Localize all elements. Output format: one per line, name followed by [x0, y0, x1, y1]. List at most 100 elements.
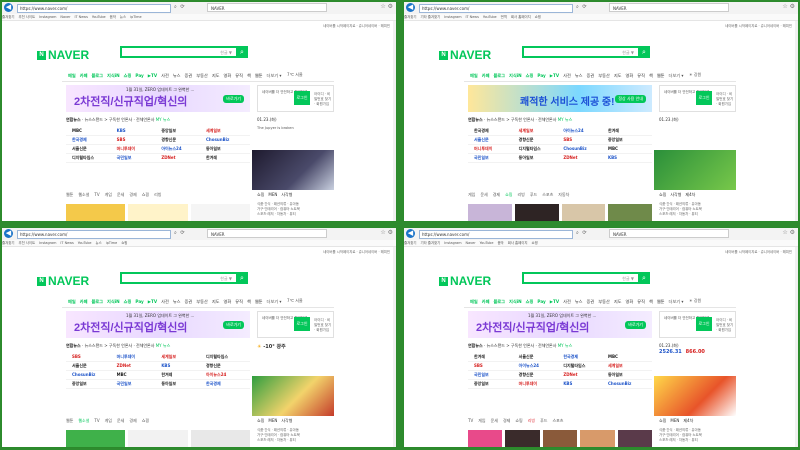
nav-kin[interactable]: 지식iN	[107, 73, 120, 78]
game-ad[interactable]	[252, 150, 334, 190]
press-logo[interactable]: 경향신문	[161, 136, 199, 144]
weather-summary[interactable]: ☀ 강원	[689, 72, 701, 78]
scrollbar[interactable]	[795, 21, 798, 221]
keyboard-icon[interactable]: 한글 ▼	[220, 50, 232, 56]
press-logo[interactable]: ChosunBiz	[206, 136, 244, 144]
press-logo[interactable]: ZDNet	[161, 154, 199, 162]
nav-blog[interactable]: 블로그	[91, 73, 103, 78]
press-logo[interactable]: 한국경제	[72, 136, 110, 144]
promo-banner[interactable]: 쾌적한 서비스 제공 중! 정상 사용 안내	[468, 85, 652, 112]
nav-stock[interactable]: 증권	[185, 73, 193, 78]
top-links[interactable]: 네이버를 시작페이지로 · 쥬니어네이버 · 해피빈	[323, 23, 390, 28]
stock-widget[interactable]: 01.23.(화) The Jupyer is broken	[257, 117, 334, 130]
search-input[interactable]: 한글 ▼ ⌕	[522, 46, 650, 58]
address-icons[interactable]: ⌕ ⟳	[576, 4, 588, 10]
back-button[interactable]: ◀	[406, 3, 415, 12]
nav-book[interactable]: 책	[247, 73, 251, 78]
bookmark-item[interactable]: ipTime	[130, 15, 141, 19]
press-logo[interactable]: 중앙일보	[161, 127, 199, 135]
bookmark-item[interactable]: Naver	[60, 15, 70, 19]
search-input[interactable]: 한글 ▼ ⌕	[120, 272, 248, 284]
press-logo[interactable]: 동아일보	[206, 145, 244, 153]
banner-cta[interactable]: 정상 사용 안내	[615, 95, 646, 103]
promo-banner[interactable]: 1월 31일, ZERO 업데이트 그 완벽한 ... 2차전직/신규직업/혁신…	[66, 85, 250, 112]
press-logo[interactable]: KBS	[117, 127, 155, 135]
thumbnail[interactable]	[128, 204, 188, 221]
press-logo[interactable]: 머니투데이	[117, 145, 155, 153]
search-button[interactable]: ⌕	[236, 46, 248, 58]
search-input[interactable]: 한글 ▼ ⌕	[522, 272, 650, 284]
theme-tab[interactable]: 경제	[129, 192, 136, 197]
browser-tab[interactable]: NAVER	[207, 229, 327, 238]
nav-webtoon[interactable]: 웹툰	[255, 73, 263, 78]
search-button[interactable]: ⌕	[236, 272, 248, 284]
theme-tab[interactable]: 쇼핑	[142, 192, 149, 197]
bookmark-item[interactable]: IT News	[75, 15, 88, 19]
nav-more[interactable]: 더보기 ▾	[267, 73, 282, 78]
top-links[interactable]: 네이버를 시작페이지로 · 쥬니어네이버 · 해피빈	[725, 249, 792, 254]
nav-shopping[interactable]: 쇼핑	[124, 73, 132, 78]
press-logo[interactable]: 국민일보	[117, 154, 155, 162]
shopping-list[interactable]: 식품·간식 · 패션의류 · 유아동 가구·인테리어 · 컴퓨터·노트북 스포츠·레…	[659, 428, 736, 443]
shopping-list[interactable]: 식품·간식 · 패션의류 · 유아동 가구·인테리어 · 컴퓨터·노트북 스포츠·레…	[257, 428, 334, 443]
banner-cta[interactable]: 바로가기	[625, 321, 646, 329]
weather-summary[interactable]: 7℃ 서울	[287, 72, 303, 78]
browser-tab[interactable]: NAVER	[609, 3, 729, 12]
login-button[interactable]: 로그인	[294, 91, 310, 105]
bookmark-item[interactable]: 음악	[110, 15, 116, 19]
back-button[interactable]: ◀	[4, 3, 13, 12]
address-bar[interactable]: https://www.naver.com/	[17, 4, 171, 13]
settings-icon[interactable]: ☆ ⚙	[380, 3, 393, 10]
address-bar[interactable]: https://www.naver.com/	[419, 4, 573, 13]
settings-icon[interactable]: ☆ ⚙	[782, 229, 795, 236]
login-button[interactable]: 로그인	[696, 317, 712, 331]
settings-icon[interactable]: ☆ ⚙	[782, 3, 795, 10]
theme-tab[interactable]: 운세	[117, 192, 124, 197]
food-ad[interactable]	[252, 376, 334, 416]
bookmark-item[interactable]: 추천 사이트	[18, 15, 35, 19]
nav-movie[interactable]: 영화	[224, 73, 232, 78]
press-logo[interactable]: 아이뉴스24	[161, 145, 199, 153]
banner-cta[interactable]: 바로가기	[223, 321, 244, 329]
press-logo[interactable]: 서울신문	[72, 145, 110, 153]
login-button[interactable]: 로그인	[294, 317, 310, 331]
theme-tab[interactable]: 리빙	[154, 192, 161, 197]
naver-logo[interactable]: N NAVER	[439, 48, 491, 62]
nav-pay[interactable]: Pay	[135, 73, 143, 78]
theme-tab[interactable]: 게임	[105, 192, 112, 197]
top-links[interactable]: 네이버를 시작페이지로 · 쥬니어네이버 · 해피빈	[323, 249, 390, 254]
nav-realestate[interactable]: 부동산	[196, 73, 208, 78]
keyboard-icon[interactable]: 한글 ▼	[220, 276, 232, 282]
theme-tab[interactable]: 웹소설	[78, 192, 89, 197]
login-button[interactable]: 로그인	[696, 91, 712, 105]
press-logo[interactable]: 디지털타임스	[72, 154, 110, 162]
keyboard-icon[interactable]: 한글 ▼	[622, 50, 634, 56]
nav-news[interactable]: 뉴스	[173, 73, 181, 78]
address-icons[interactable]: ⌕ ⟳	[174, 4, 186, 10]
nav-dict[interactable]: 사전	[161, 73, 169, 78]
naver-logo[interactable]: N NAVER	[37, 274, 89, 288]
bookmark-item[interactable]: 뉴스	[120, 15, 126, 19]
top-links[interactable]: 네이버를 시작페이지로 · 쥬니어네이버 · 해피빈	[725, 23, 792, 28]
search-button[interactable]: ⌕	[638, 46, 650, 58]
address-icons[interactable]: ⌕ ⟳	[576, 230, 588, 236]
naver-logo[interactable]: N NAVER	[37, 48, 89, 62]
bookmark-item[interactable]: 즐겨찾기	[2, 15, 14, 19]
weather-widget[interactable]: ☀ -10° 광주	[257, 343, 334, 350]
naver-logo[interactable]: N NAVER	[439, 274, 491, 288]
scrollbar[interactable]	[393, 247, 396, 447]
search-button[interactable]: ⌕	[638, 272, 650, 284]
address-bar[interactable]: https://www.naver.com/	[17, 230, 171, 239]
search-input[interactable]: 한글 ▼ ⌕	[120, 46, 248, 58]
settings-icon[interactable]: ☆ ⚙	[380, 229, 393, 236]
scrollbar[interactable]	[795, 247, 798, 447]
press-logo[interactable]: 세계일보	[206, 127, 244, 135]
theme-tab[interactable]: 웹툰	[66, 192, 73, 197]
character-ad[interactable]	[654, 376, 736, 416]
back-button[interactable]: ◀	[4, 229, 13, 238]
stock-widget[interactable]: 01.23.(화)	[659, 117, 736, 123]
address-bar[interactable]: https://www.naver.com/	[419, 230, 573, 239]
nav-music[interactable]: 뮤직	[235, 73, 243, 78]
weather-summary[interactable]: 7℃ 서울	[287, 298, 303, 304]
keyboard-icon[interactable]: 한글 ▼	[622, 276, 634, 282]
